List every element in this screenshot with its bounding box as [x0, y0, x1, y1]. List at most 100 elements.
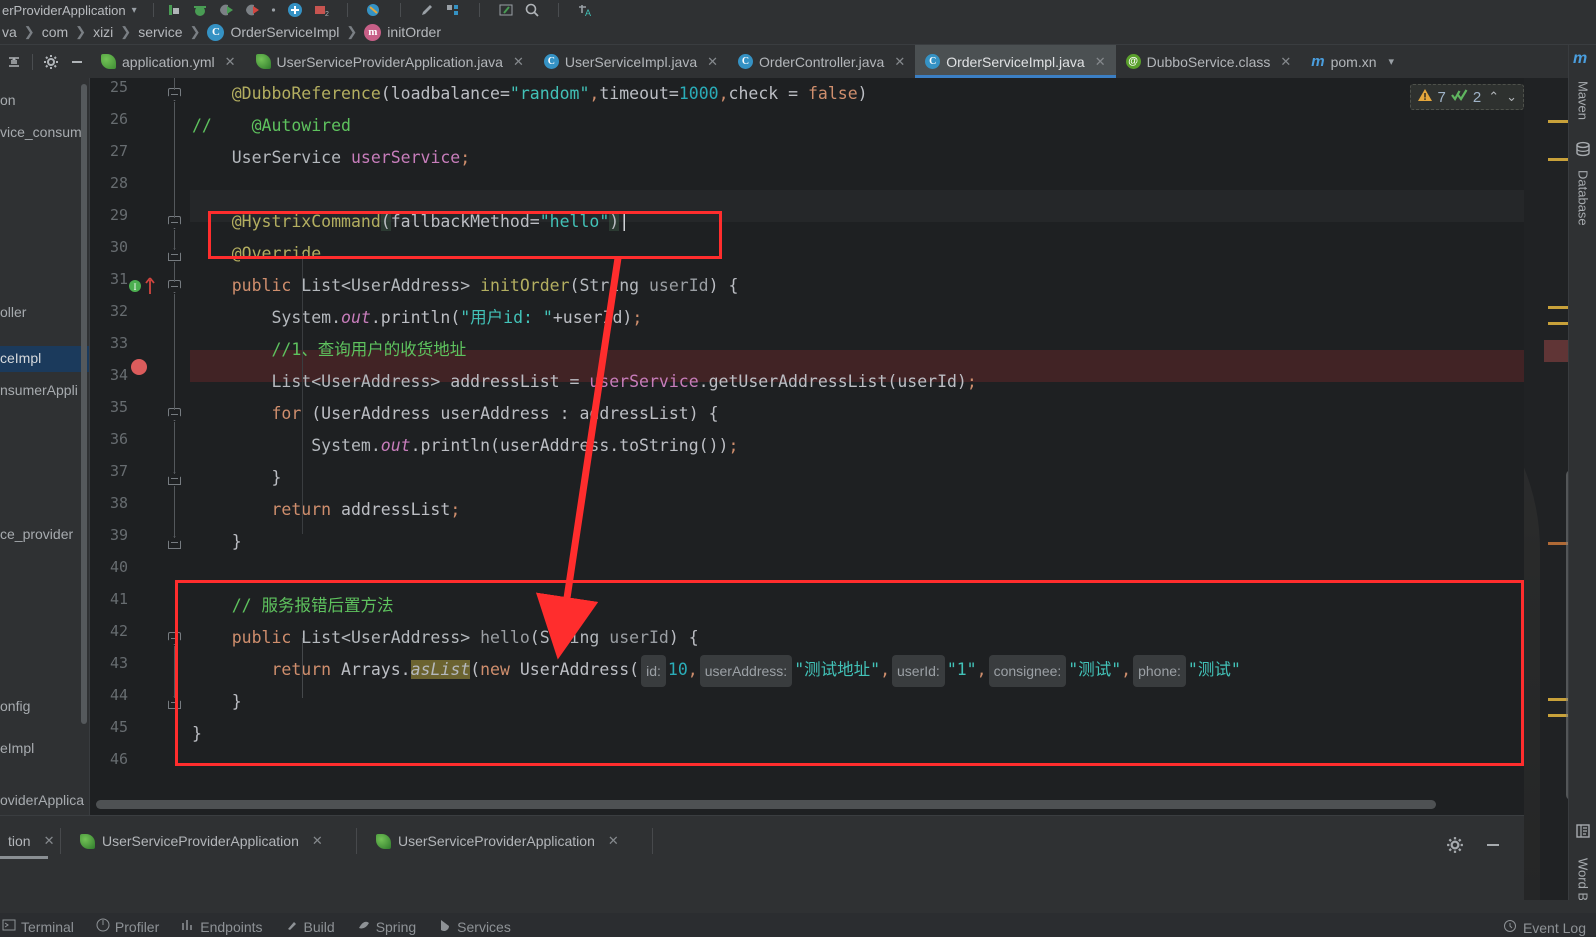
- code-line-34[interactable]: List<UserAddress> addressList = userServ…: [190, 366, 1524, 398]
- run-tab-active[interactable]: tion ✕: [0, 825, 62, 859]
- tab-dubbo-service-class[interactable]: @ DubboService.class ✕: [1116, 45, 1302, 78]
- inspection-widget[interactable]: 7 2 ⌃ ⌄: [1409, 84, 1524, 110]
- expand-collapse-icon[interactable]: [6, 54, 22, 70]
- minimize-icon[interactable]: [69, 54, 85, 70]
- code-line-46[interactable]: [190, 750, 1524, 782]
- tab-order-service-impl[interactable]: C OrderServiceImpl.java ✕: [915, 45, 1117, 78]
- chevron-down-icon[interactable]: ▾: [132, 5, 137, 16]
- code-line-28[interactable]: [190, 174, 1524, 206]
- project-tree-item[interactable]: eImpl: [0, 740, 34, 756]
- close-icon[interactable]: ✕: [894, 54, 905, 70]
- status-item-profiler[interactable]: Profiler: [96, 918, 159, 936]
- code-line-40[interactable]: [190, 558, 1524, 590]
- code-line-27[interactable]: UserService userService;: [190, 142, 1524, 174]
- tab-pom-xml[interactable]: m pom.xn ▾: [1301, 45, 1404, 78]
- close-icon[interactable]: ✕: [1280, 54, 1291, 70]
- code-line-36[interactable]: System.out.println(userAddress.toString(…: [190, 430, 1524, 462]
- code-line-32[interactable]: System.out.println("用户id: "+userId);: [190, 302, 1524, 334]
- close-icon[interactable]: ✕: [44, 833, 55, 849]
- status-item-event-log[interactable]: Event Log: [1503, 919, 1586, 936]
- code-line-38[interactable]: return addressList;: [190, 494, 1524, 526]
- structure-icon[interactable]: [445, 2, 461, 18]
- project-tree-item[interactable]: oller: [0, 304, 26, 320]
- chevron-down-icon[interactable]: ⌄: [1506, 89, 1517, 105]
- close-icon[interactable]: ✕: [513, 54, 524, 70]
- minimize-icon[interactable]: [1484, 836, 1502, 859]
- fold-handle[interactable]: [168, 632, 181, 645]
- gear-icon[interactable]: [1446, 836, 1464, 859]
- breadcrumb-item-class[interactable]: C OrderServiceImpl: [207, 23, 339, 41]
- breadcrumb-item-method[interactable]: m initOrder: [364, 23, 441, 41]
- word-book-icon[interactable]: [1575, 823, 1591, 844]
- project-tree-item[interactable]: nsumerAppli: [0, 382, 78, 398]
- status-item-spring[interactable]: Spring: [357, 918, 416, 936]
- project-tree-item[interactable]: ce_provider: [0, 526, 73, 542]
- run-tab-user-service-provider-application-2[interactable]: UserServiceProviderApplication ✕: [368, 825, 627, 857]
- code-line-33[interactable]: //1、查询用户的收货地址: [190, 334, 1524, 366]
- project-tree-item-selected[interactable]: ceImpl: [0, 350, 41, 366]
- maven-icon[interactable]: m: [1573, 50, 1587, 68]
- override-arrow-icon[interactable]: [144, 276, 156, 301]
- code-line-42[interactable]: public List<UserAddress> hello(String us…: [190, 622, 1524, 654]
- close-icon[interactable]: ✕: [225, 54, 236, 70]
- stop-icon[interactable]: 2: [313, 2, 329, 18]
- status-item-terminal[interactable]: Terminal: [2, 918, 74, 936]
- project-tree-item[interactable]: on: [0, 92, 16, 108]
- breadcrumb-item-service[interactable]: service: [138, 24, 182, 40]
- editor-gutter[interactable]: 25 26 27 28 29 30 31 32 33 34 35 36 37 3…: [90, 78, 190, 815]
- code-line-31[interactable]: public List<UserAddress> initOrder(Strin…: [190, 270, 1524, 302]
- chevron-up-icon[interactable]: ⌃: [1488, 89, 1499, 105]
- code-line-44[interactable]: }: [190, 686, 1524, 718]
- project-tree-item[interactable]: oviderApplica: [0, 792, 84, 808]
- code-line-26[interactable]: // @Autowired: [190, 110, 1524, 142]
- gear-icon[interactable]: [43, 54, 59, 70]
- implemented-method-icon[interactable]: I: [128, 278, 144, 299]
- editor-horizontal-scrollbar[interactable]: [96, 800, 1436, 809]
- breadcrumb-item-va[interactable]: va: [2, 24, 17, 40]
- code-line-25[interactable]: @DubboReference(loadbalance="random",tim…: [190, 78, 1524, 110]
- code-line-35[interactable]: for (UserAddress userAddress : addressLi…: [190, 398, 1524, 430]
- run-tab-user-service-provider-application-1[interactable]: UserServiceProviderApplication ✕: [72, 825, 331, 857]
- project-tree-item[interactable]: onfig: [0, 698, 30, 714]
- code-line-37[interactable]: }: [190, 462, 1524, 494]
- code-line-41[interactable]: // 服务报错后置方法: [190, 590, 1524, 622]
- code-line-45[interactable]: }: [190, 718, 1524, 750]
- tab-user-service-provider-application[interactable]: UserServiceProviderApplication.java ✕: [246, 45, 534, 78]
- status-item-endpoints[interactable]: Endpoints: [181, 918, 263, 936]
- tab-order-controller[interactable]: C OrderController.java ✕: [728, 45, 915, 78]
- close-icon[interactable]: ✕: [312, 833, 323, 849]
- code-line-30[interactable]: @Override: [190, 238, 1524, 270]
- sidebar-item-database[interactable]: Database: [1569, 163, 1596, 233]
- code-editor[interactable]: 25 26 27 28 29 30 31 32 33 34 35 36 37 3…: [90, 78, 1524, 815]
- sidebar-item-maven[interactable]: Maven: [1569, 73, 1596, 129]
- code-line-43[interactable]: return Arrays.asList(new UserAddress(id:…: [190, 654, 1524, 687]
- close-icon[interactable]: ✕: [608, 833, 619, 849]
- close-icon[interactable]: ✕: [1095, 54, 1106, 70]
- preview-icon[interactable]: [498, 2, 514, 18]
- project-tool-window[interactable]: on vice_consum oller ceImpl nsumerAppli …: [0, 78, 90, 878]
- hotswap-icon[interactable]: [366, 2, 382, 18]
- code-line-29[interactable]: @HystrixCommand(fallbackMethod="hello")|: [190, 206, 1524, 238]
- dropdown-dot-icon[interactable]: [270, 2, 277, 18]
- project-tree-item[interactable]: vice_consum: [0, 124, 82, 140]
- run-configuration-selector[interactable]: erProviderApplication: [2, 3, 126, 18]
- breadcrumb-item-com[interactable]: com: [42, 24, 68, 40]
- profile-icon[interactable]: [244, 2, 260, 18]
- breadcrumb-item-xizi[interactable]: xizi: [93, 24, 113, 40]
- status-item-build[interactable]: Build: [285, 918, 335, 936]
- close-icon[interactable]: ✕: [707, 54, 718, 70]
- code-text-area[interactable]: @DubboReference(loadbalance="random",tim…: [190, 78, 1524, 815]
- update-running-application-icon[interactable]: [287, 2, 303, 18]
- code-line-39[interactable]: }: [190, 526, 1524, 558]
- tab-application-yml[interactable]: application.yml ✕: [91, 45, 246, 78]
- status-item-services[interactable]: Services: [438, 918, 511, 936]
- pencil-icon[interactable]: [419, 2, 435, 18]
- project-tree-scrollbar[interactable]: [81, 84, 87, 724]
- database-icon[interactable]: [1575, 141, 1591, 162]
- search-icon[interactable]: [524, 2, 540, 18]
- debug-icon[interactable]: [192, 2, 208, 18]
- breakpoint-icon[interactable]: [130, 358, 148, 381]
- run-icon[interactable]: [166, 2, 182, 18]
- tab-user-service-impl[interactable]: C UserServiceImpl.java ✕: [534, 45, 728, 78]
- translate-icon[interactable]: A: [577, 2, 593, 18]
